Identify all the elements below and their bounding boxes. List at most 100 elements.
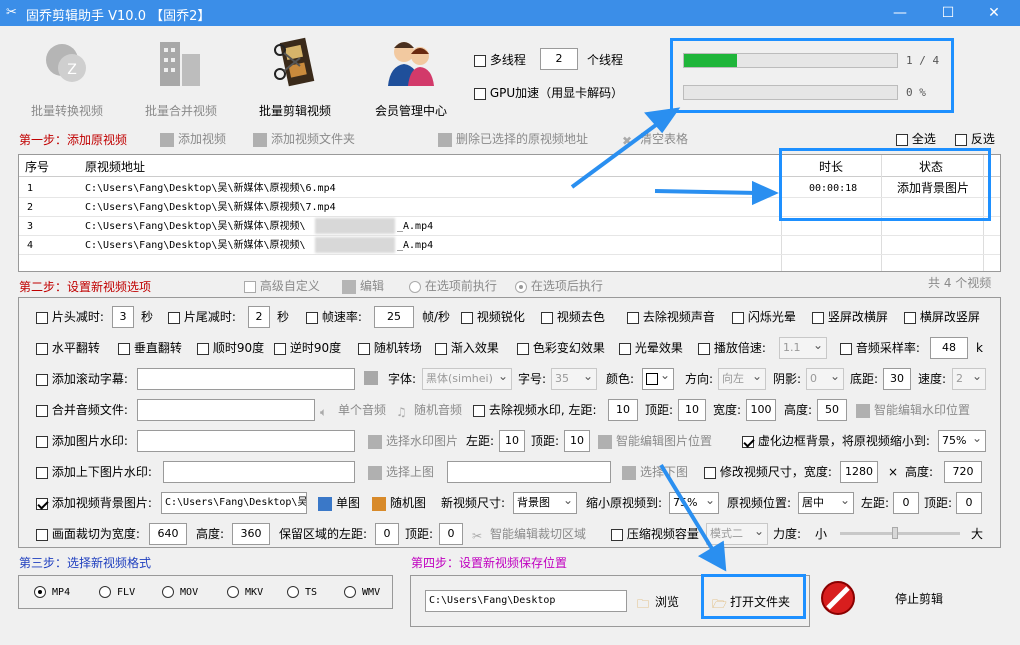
- batch-merge-button[interactable]: 批量合并视频: [140, 34, 222, 120]
- format-radio-mov[interactable]: MOV: [162, 585, 198, 601]
- slider-thumb[interactable]: [892, 527, 898, 539]
- bg-image-path-input[interactable]: C:\Users\Fang\Desktop\吴: [161, 492, 307, 514]
- bg-top-input[interactable]: 0: [956, 492, 982, 514]
- select-all-checkbox[interactable]: 全选: [896, 131, 936, 147]
- direction-select[interactable]: 向左: [718, 366, 766, 390]
- head-cut-checkbox[interactable]: 片头减时:: [36, 309, 104, 325]
- wm-top-input[interactable]: 10: [678, 399, 706, 421]
- v2h-checkbox[interactable]: 竖屏改横屏: [812, 309, 888, 325]
- wm-left-input[interactable]: 10: [608, 399, 638, 421]
- close-button[interactable]: ✕: [974, 3, 1014, 23]
- fade-in-checkbox[interactable]: 渐入效果: [435, 340, 499, 356]
- img-top-input[interactable]: 10: [564, 430, 590, 452]
- cw90-checkbox[interactable]: 顺时90度: [197, 340, 264, 356]
- decolor-checkbox[interactable]: 视频去色: [541, 309, 605, 325]
- scroll-subtitle-input[interactable]: [137, 368, 355, 390]
- bg-image-checkbox[interactable]: 添加视频背景图片:: [36, 495, 152, 511]
- advanced-checkbox[interactable]: 高级自定义: [244, 278, 320, 294]
- remove-audio-checkbox[interactable]: 去除视频声音: [627, 309, 715, 325]
- random-image-button[interactable]: 随机图: [372, 495, 426, 511]
- resize-checkbox[interactable]: 修改视频尺寸，宽度:: [704, 464, 832, 480]
- playback-speed-checkbox[interactable]: 播放倍速:: [698, 340, 766, 356]
- single-audio-button[interactable]: 🔈︎ 单个音频: [320, 402, 386, 419]
- format-radio-flv[interactable]: FLV: [99, 585, 135, 601]
- stop-icon[interactable]: [820, 580, 856, 616]
- image-watermark-checkbox[interactable]: 添加图片水印:: [36, 433, 128, 449]
- smart-image-button[interactable]: 智能编辑图片位置: [598, 433, 712, 449]
- gpu-checkbox[interactable]: GPU加速（用显卡解码）: [474, 85, 623, 101]
- wm-height-input[interactable]: 50: [817, 399, 847, 421]
- sample-rate-checkbox[interactable]: 音频采样率:: [840, 340, 920, 356]
- compress-checkbox[interactable]: 压缩视频容量: [611, 526, 699, 542]
- sample-rate-input[interactable]: 48: [930, 337, 968, 359]
- tail-cut-input[interactable]: 2: [248, 306, 270, 328]
- format-radio-mp4[interactable]: MP4: [34, 585, 70, 601]
- crop-checkbox[interactable]: 画面裁切为宽度:: [36, 526, 140, 542]
- image-watermark-input[interactable]: [137, 430, 355, 452]
- before-radio[interactable]: 在选项前执行: [409, 278, 497, 294]
- keep-top-input[interactable]: 0: [439, 523, 463, 545]
- open-folder-button[interactable]: 🗁 打开文件夹: [712, 594, 790, 611]
- tail-cut-checkbox[interactable]: 片尾减时:: [168, 309, 236, 325]
- img-left-input[interactable]: 10: [499, 430, 525, 452]
- remove-watermark-checkbox[interactable]: 去除视频水印, 左距:: [473, 402, 597, 418]
- format-radio-mkv[interactable]: MKV: [227, 585, 263, 601]
- table-row[interactable]: 4 C:\Users\Fang\Desktop\吴\新媒体\原视频\ _A.mp…: [19, 236, 1000, 255]
- after-radio[interactable]: 在选项后执行: [515, 278, 603, 294]
- font-size-select[interactable]: 35: [551, 366, 597, 390]
- save-path-input[interactable]: C:\Users\Fang\Desktop: [425, 590, 627, 612]
- clear-table-button[interactable]: ✖ 清空表格: [622, 131, 688, 148]
- member-center-button[interactable]: 会员管理中心: [370, 34, 452, 120]
- subtitle-edit-icon[interactable]: [364, 371, 378, 385]
- crop-width-input[interactable]: 640: [149, 523, 187, 545]
- crop-height-input[interactable]: 360: [232, 523, 270, 545]
- format-radio-wmv[interactable]: WMV: [344, 585, 380, 601]
- keep-left-input[interactable]: 0: [375, 523, 399, 545]
- compress-mode-select[interactable]: 模式二: [706, 521, 768, 545]
- halo-checkbox[interactable]: 光晕效果: [619, 340, 683, 356]
- merge-audio-checkbox[interactable]: 合并音频文件:: [36, 402, 128, 418]
- single-image-button[interactable]: 单图: [318, 495, 360, 511]
- delete-selected-button[interactable]: 删除已选择的原视频地址: [438, 131, 588, 147]
- fps-checkbox[interactable]: 帧速率:: [306, 309, 362, 325]
- thread-count-input[interactable]: 2: [540, 48, 578, 70]
- vflip-checkbox[interactable]: 垂直翻转: [118, 340, 182, 356]
- h2v-checkbox[interactable]: 横屏改竖屏: [904, 309, 980, 325]
- batch-edit-button[interactable]: 批量剪辑视频: [254, 34, 336, 120]
- shrink-select[interactable]: 75%: [669, 490, 719, 514]
- blur-background-checkbox[interactable]: 虚化边框背景，将原视频缩小到:: [742, 433, 930, 449]
- font-select[interactable]: 黑体(simhei): [422, 366, 512, 390]
- merge-audio-input[interactable]: [137, 399, 315, 421]
- bottom-image-input[interactable]: [447, 461, 611, 483]
- position-select[interactable]: 居中: [798, 490, 854, 514]
- speed-select[interactable]: 2: [952, 366, 986, 390]
- updown-watermark-checkbox[interactable]: 添加上下图片水印:: [36, 464, 152, 480]
- add-folder-button[interactable]: 添加视频文件夹: [253, 131, 355, 147]
- color-anim-checkbox[interactable]: 色彩变幻效果: [517, 340, 605, 356]
- ccw90-checkbox[interactable]: 逆时90度: [274, 340, 341, 356]
- resize-height-input[interactable]: 720: [944, 461, 982, 483]
- hflip-checkbox[interactable]: 水平翻转: [36, 340, 100, 356]
- format-radio-ts[interactable]: TS: [287, 585, 317, 601]
- color-picker[interactable]: ⌄: [642, 368, 674, 390]
- invert-checkbox[interactable]: 反选: [955, 131, 995, 147]
- head-cut-input[interactable]: 3: [112, 306, 134, 328]
- strength-slider[interactable]: [840, 527, 960, 539]
- blur-scale-select[interactable]: 75%: [938, 428, 986, 452]
- random-audio-button[interactable]: ♫ 随机音频: [396, 402, 462, 419]
- choose-watermark-button[interactable]: 选择水印图片: [368, 433, 458, 449]
- maximize-button[interactable]: ☐: [928, 3, 968, 23]
- browse-button[interactable]: 🗀 浏览: [637, 594, 679, 611]
- resize-width-input[interactable]: 1280: [840, 461, 878, 483]
- sharpen-checkbox[interactable]: 视频锐化: [461, 309, 525, 325]
- playback-speed-select[interactable]: 1.1: [779, 335, 827, 359]
- bottom-distance-input[interactable]: 30: [883, 368, 911, 390]
- top-image-input[interactable]: [163, 461, 355, 483]
- add-video-button[interactable]: 添加视频: [160, 131, 226, 147]
- choose-bottom-image-button[interactable]: 选择下图: [622, 464, 688, 480]
- fps-input[interactable]: 25: [374, 306, 414, 328]
- wm-width-input[interactable]: 100: [746, 399, 776, 421]
- choose-top-image-button[interactable]: 选择上图: [368, 464, 434, 480]
- multithread-checkbox[interactable]: 多线程: [474, 52, 526, 68]
- minimize-button[interactable]: —: [880, 3, 920, 23]
